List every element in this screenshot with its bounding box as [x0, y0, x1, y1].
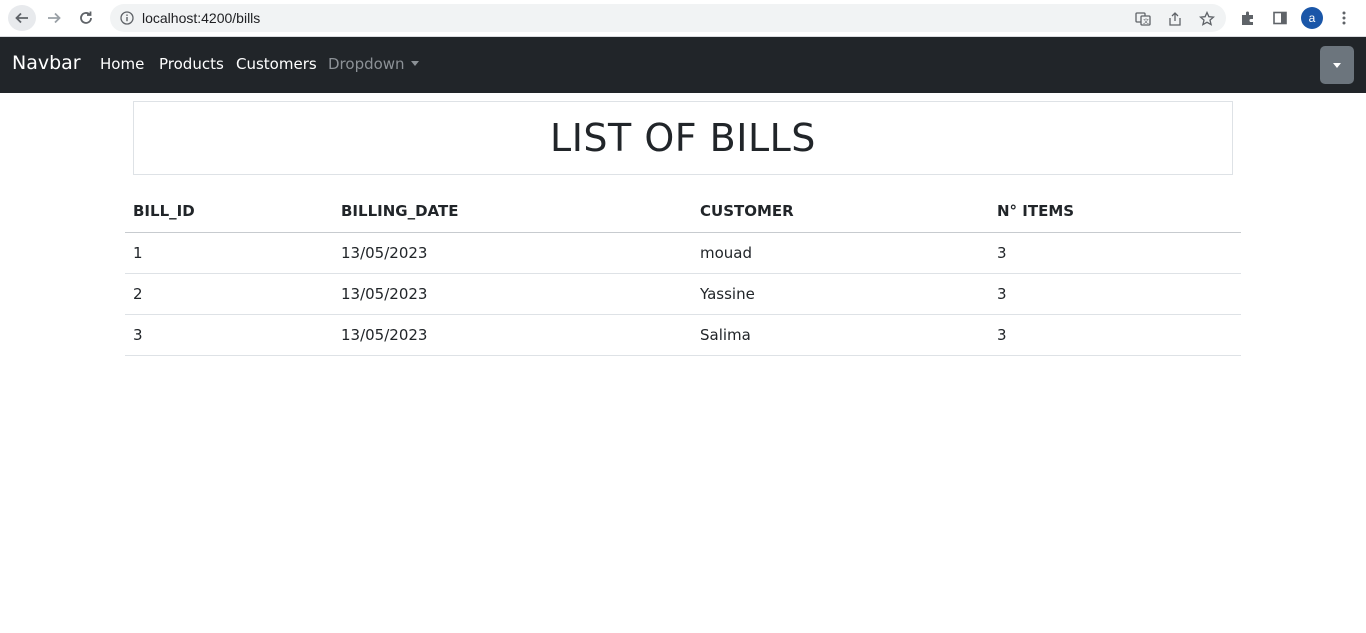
cell-items: 3	[989, 232, 1241, 274]
page-title-box: LIST OF BILLS	[133, 101, 1233, 175]
reload-button[interactable]	[72, 5, 100, 31]
browser-toolbar: localhost:4200/bills 文 a	[0, 0, 1366, 37]
cell-bill-id: 1	[125, 232, 333, 274]
app-navbar: Navbar Home Products Customers Dropdown	[0, 37, 1366, 93]
cell-bill-id: 2	[125, 273, 333, 315]
cell-items: 3	[989, 314, 1241, 356]
column-header-bill-id: BILL_ID	[125, 191, 333, 233]
caret-down-icon	[1333, 62, 1341, 68]
caret-down-icon	[410, 61, 419, 66]
column-header-customer: CUSTOMER	[692, 191, 989, 233]
star-icon[interactable]	[1198, 10, 1216, 28]
svg-text:文: 文	[1143, 18, 1149, 26]
column-header-billing-date: BILLING_DATE	[333, 191, 692, 233]
nav-dropdown-label: Dropdown	[328, 55, 405, 73]
cell-customer: Yassine	[692, 273, 989, 315]
arrow-right-icon	[48, 12, 61, 24]
more-menu-icon[interactable]	[1333, 7, 1355, 29]
back-button[interactable]	[8, 5, 36, 31]
cell-bill-id: 3	[125, 314, 333, 356]
address-bar[interactable]: localhost:4200/bills 文	[110, 4, 1226, 32]
reload-icon	[80, 11, 92, 24]
nav-dropdown[interactable]: Dropdown	[328, 55, 419, 73]
share-icon[interactable]	[1166, 10, 1184, 28]
info-icon[interactable]	[120, 11, 134, 25]
navbar-toggler-button[interactable]	[1320, 46, 1354, 84]
column-header-items: N° ITEMS	[989, 191, 1241, 233]
profile-avatar[interactable]: a	[1301, 7, 1323, 29]
cell-items: 3	[989, 273, 1241, 315]
nav-link-home[interactable]: Home	[100, 55, 144, 73]
table-row: 3 13/05/2023 Salima 3	[125, 314, 1241, 356]
table-header-row: BILL_ID BILLING_DATE CUSTOMER N° ITEMS	[125, 191, 1241, 233]
cell-customer: mouad	[692, 232, 989, 274]
nav-link-customers[interactable]: Customers	[236, 55, 317, 73]
nav-link-products[interactable]: Products	[159, 55, 224, 73]
side-panel-icon[interactable]	[1269, 7, 1291, 29]
extensions-icon[interactable]	[1237, 7, 1259, 29]
forward-button[interactable]	[40, 5, 68, 31]
cell-billing-date: 13/05/2023	[333, 232, 692, 274]
cell-customer: Salima	[692, 314, 989, 356]
table-row: 2 13/05/2023 Yassine 3	[125, 273, 1241, 315]
navbar-brand[interactable]: Navbar	[12, 52, 81, 74]
cell-billing-date: 13/05/2023	[333, 273, 692, 315]
translate-icon[interactable]: 文	[1134, 10, 1152, 28]
arrow-left-icon	[15, 12, 28, 24]
bills-table: BILL_ID BILLING_DATE CUSTOMER N° ITEMS 1…	[125, 191, 1241, 356]
page-title: LIST OF BILLS	[550, 116, 816, 160]
cell-billing-date: 13/05/2023	[333, 314, 692, 356]
url-text[interactable]: localhost:4200/bills	[142, 10, 260, 26]
table-row: 1 13/05/2023 mouad 3	[125, 232, 1241, 274]
